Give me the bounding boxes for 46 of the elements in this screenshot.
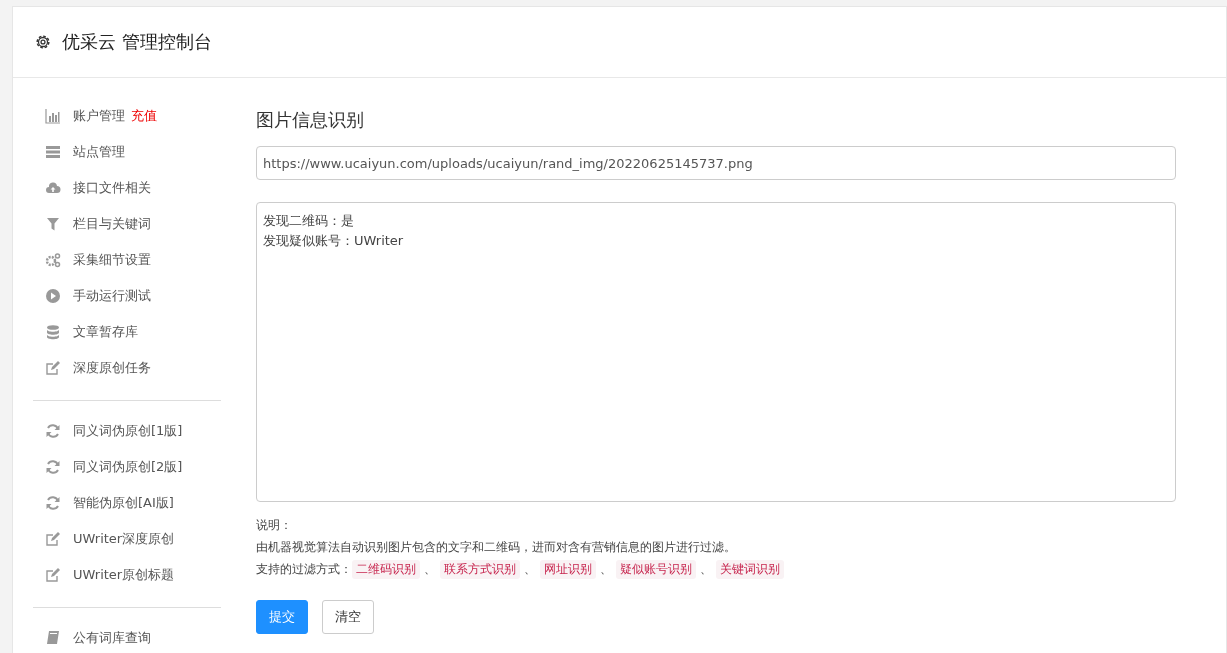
sidebar-item[interactable]: 深度原创任务 <box>33 350 221 386</box>
sidebar-item[interactable]: UWriter原创标题 <box>33 557 221 593</box>
sidebar-item[interactable]: 栏目与关键词 <box>33 206 221 242</box>
refresh-icon <box>45 495 61 511</box>
play-icon <box>45 288 61 304</box>
filter-tag: 二维码识别 <box>352 559 420 579</box>
edit-icon <box>45 531 61 547</box>
clear-button[interactable]: 清空 <box>322 600 374 634</box>
settings-icon <box>34 33 52 51</box>
refresh-icon <box>45 459 61 475</box>
database-icon <box>45 324 61 340</box>
url-field[interactable]: https://www.ucaiyun.com/uploads/ucaiyun/rand_img/20220625145737.png <box>256 146 1176 180</box>
filter-tag: 关键词识别 <box>716 559 784 579</box>
server-icon <box>45 144 61 160</box>
sidebar-item[interactable]: 账户管理 充值 <box>33 98 221 134</box>
separator-mark: 、 <box>424 560 436 578</box>
sidebar-item[interactable]: 文章暂存库 <box>33 314 221 350</box>
filter-methods-label: 支持的过滤方式： <box>256 561 352 578</box>
book-icon <box>45 630 61 646</box>
sidebar-item[interactable]: 同义词伪原创[1版] <box>33 413 221 449</box>
recharge-link[interactable]: 充值 <box>131 107 157 125</box>
refresh-icon <box>45 423 61 439</box>
filter-icon <box>45 216 61 232</box>
filter-tag: 网址识别 <box>540 559 596 579</box>
sidebar-item[interactable]: UWriter深度原创 <box>33 521 221 557</box>
separator-mark: 、 <box>600 560 612 578</box>
edit-icon <box>45 360 61 376</box>
result-field[interactable]: 发现二维码：是 发现疑似账号：UWriter <box>256 202 1176 502</box>
sidebar-item[interactable]: 采集细节设置 <box>33 242 221 278</box>
separator-mark: 、 <box>524 560 536 578</box>
sidebar-item[interactable]: 手动运行测试 <box>33 278 221 314</box>
sidebar-item[interactable]: 站点管理 <box>33 134 221 170</box>
sidebar-item[interactable]: 智能伪原创[AI版] <box>33 485 221 521</box>
filter-tag: 疑似账号识别 <box>616 559 696 579</box>
description-text: 由机器视觉算法自动识别图片包含的文字和二维码，进而对含有营销信息的图片进行过滤。 <box>256 539 737 556</box>
cloud-upload-icon <box>45 180 61 196</box>
note-label: 说明： <box>256 517 293 534</box>
sidebar-item[interactable]: 接口文件相关 <box>33 170 221 206</box>
sidebar-item[interactable]: 公有词库查询 <box>33 620 221 653</box>
section-title: 图片信息识别 <box>256 108 365 132</box>
console-title: 优采云 管理控制台 <box>62 30 212 54</box>
sidebar-item[interactable]: 同义词伪原创[2版] <box>33 449 221 485</box>
filter-tag: 联系方式识别 <box>440 559 520 579</box>
bar-chart-icon <box>45 108 61 124</box>
separator-mark: 、 <box>700 560 712 578</box>
edit-icon <box>45 567 61 583</box>
